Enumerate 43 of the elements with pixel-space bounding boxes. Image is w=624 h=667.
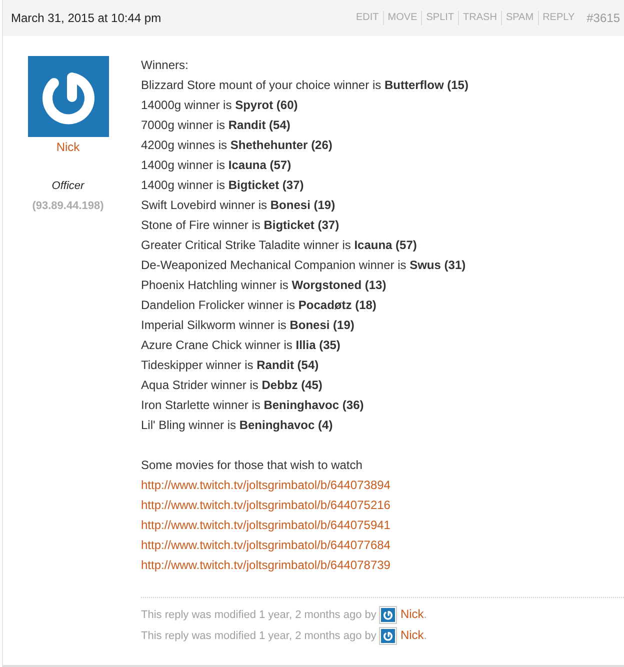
video-link[interactable]: http://www.twitch.tv/joltsgrimbatol/b/644077684 <box>141 538 390 552</box>
winner-line: De-Weaponized Mechanical Companion winner is Swus (31) <box>141 257 466 274</box>
winner-line: Iron Starlette winner is Beninghavoc (36) <box>141 397 364 414</box>
winner-line: Tideskipper winner is Randit (54) <box>141 357 319 374</box>
action-link[interactable]: REPLY <box>538 11 579 25</box>
action-link[interactable]: MOVE <box>382 11 422 25</box>
revision-author-link[interactable]: Nick <box>400 628 424 642</box>
revision-note: This reply was modified 1 year, 2 months ago by Nick. <box>141 630 427 642</box>
small-avatar-icon <box>379 627 398 646</box>
video-link[interactable]: http://www.twitch.tv/joltsgrimbatol/b/644078739 <box>141 558 390 572</box>
winner-line: Azure Crane Chick winner is Illia (35) <box>141 337 340 354</box>
post-date: March 31, 2015 at 10:44 pm <box>11 11 162 25</box>
winner-line: Dandelion Frolicker winner is Pocadøtz (18) <box>141 297 376 314</box>
action-link[interactable]: EDIT <box>352 11 383 25</box>
video-link[interactable]: http://www.twitch.tv/joltsgrimbatol/b/644073894 <box>141 478 390 492</box>
action-link[interactable]: SPAM <box>500 11 538 25</box>
winner-line: 1400g winner is Icauna (57) <box>141 157 292 174</box>
content-heading: Winners: <box>141 57 188 74</box>
winner-line: Stone of Fire winner is Bigticket (37) <box>141 217 340 234</box>
post-number-link[interactable]: #3615 <box>586 11 620 25</box>
author-role: Officer <box>52 179 84 194</box>
action-link[interactable]: TRASH <box>458 11 501 25</box>
winner-line: Phoenix Hatchling winner is Worgstoned (13) <box>141 277 386 294</box>
author-name-link[interactable]: Nick <box>56 137 80 157</box>
video-link[interactable]: http://www.twitch.tv/joltsgrimbatol/b/644075941 <box>141 518 390 532</box>
winner-line: 14000g winner is Spyrot (60) <box>141 97 298 114</box>
revision-author-link[interactable]: Nick <box>400 607 424 621</box>
revision-note: This reply was modified 1 year, 2 months ago by Nick. <box>141 609 427 621</box>
winner-line: Greater Critical Strike Taladite winner is Icauna (57) <box>141 237 417 254</box>
avatar-icon <box>28 56 108 137</box>
author-ip: (93.89.44.198) <box>32 199 104 214</box>
content-text: Some movies for those that wish to watch <box>141 457 362 474</box>
winner-line: Swift Lovebird winner is Bonesi (19) <box>141 197 336 214</box>
winner-line: Lil' Bling winner is Beninghavoc (4) <box>141 417 333 434</box>
winner-line: Blizzard Store mount of your choice winner is Butterflow (15) <box>141 77 468 94</box>
small-avatar-icon <box>379 606 398 624</box>
winner-line: 1400g winner is Bigticket (37) <box>141 177 304 194</box>
action-link[interactable]: SPLIT <box>421 11 458 25</box>
winner-line: Imperial Silkworm winner is Bonesi (19) <box>141 317 354 334</box>
video-link[interactable]: http://www.twitch.tv/joltsgrimbatol/b/644075216 <box>141 498 390 512</box>
winner-line: Aqua Strider winner is Debbz (45) <box>141 377 322 394</box>
winner-line: 4200g winnes is Shethehunter (26) <box>141 137 332 154</box>
winner-line: 7000g winner is Randit (54) <box>141 117 290 134</box>
